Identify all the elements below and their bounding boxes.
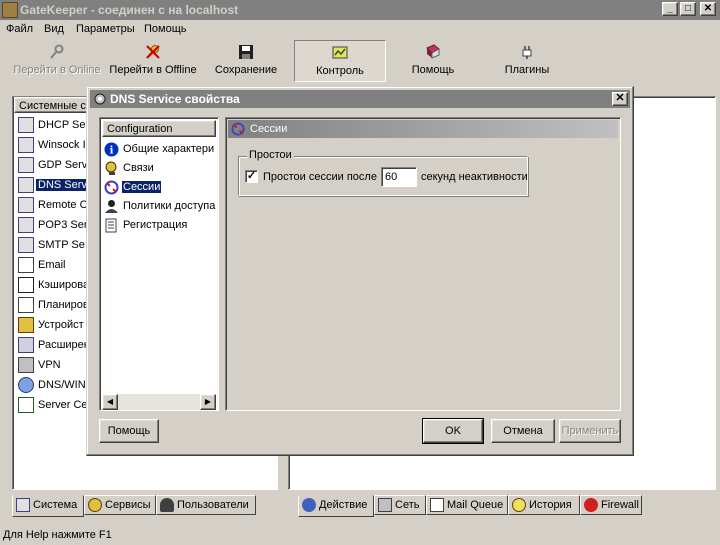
tab-action[interactable]: Действие xyxy=(298,495,374,517)
key-icon xyxy=(50,44,64,59)
service-icon xyxy=(18,237,34,253)
idle-group-title: Простои xyxy=(247,149,294,161)
window-title: GateKeeper - соединен с на localhost xyxy=(20,3,239,17)
action-icon xyxy=(302,498,316,512)
configuration-list: Configuration i Общие характери Связи Сес… xyxy=(99,117,219,411)
user-policy-icon xyxy=(105,200,118,213)
plugins-button[interactable]: Плагины xyxy=(486,40,568,82)
save-button[interactable]: Сохранение xyxy=(206,40,286,82)
tab-system[interactable]: Система xyxy=(12,495,84,517)
tab-history[interactable]: История xyxy=(508,495,580,515)
cancel-button[interactable]: Отмена xyxy=(491,419,555,443)
device-icon xyxy=(18,317,34,333)
idle-groupbox: Простои ✓ Простои сессии после 60 секунд… xyxy=(238,149,528,196)
close-window-button[interactable]: ✕ xyxy=(700,2,716,16)
control-button[interactable]: Контроль xyxy=(294,40,386,82)
computer-icon xyxy=(18,357,34,373)
dialog-title-bar[interactable]: DNS Service свойства ✕ xyxy=(90,90,630,108)
floppy-disk-icon xyxy=(239,45,253,59)
settings-pane: Сессии Простои ✓ Простои сессии после 60… xyxy=(225,117,621,411)
network-icon xyxy=(18,337,34,353)
idle-session-label: Простои сессии после xyxy=(263,171,377,183)
document-icon xyxy=(105,218,117,233)
menu-view[interactable]: Вид xyxy=(44,23,64,35)
dns-service-properties-dialog: DNS Service свойства ✕ Configuration i Об… xyxy=(86,86,634,456)
idle-seconds-suffix: секунд неактивности xyxy=(421,171,528,183)
menu-settings[interactable]: Параметры xyxy=(76,23,135,35)
minimize-button[interactable]: _ xyxy=(662,2,678,16)
firewall-stop-icon xyxy=(584,498,598,512)
config-item-logging[interactable]: Регистрация xyxy=(104,216,216,235)
pane-header: Сессии xyxy=(228,120,618,138)
help-book-icon xyxy=(426,44,440,59)
globe-icon xyxy=(18,377,34,393)
calendar-icon xyxy=(18,297,34,313)
config-item-access-policies[interactable]: Политики доступа xyxy=(104,197,216,216)
maximize-button[interactable]: □ xyxy=(680,2,696,16)
services-gear-icon xyxy=(88,498,102,512)
network-computer-icon xyxy=(378,498,392,512)
tab-services[interactable]: Сервисы xyxy=(84,495,156,515)
scroll-right-arrow-icon[interactable]: ▶ xyxy=(200,394,216,410)
bindings-icon xyxy=(105,161,117,175)
scroll-left-arrow-icon[interactable]: ◀ xyxy=(102,394,118,410)
gatekeeper-app-icon xyxy=(2,2,18,18)
service-icon xyxy=(18,217,34,233)
tab-users[interactable]: Пользователи xyxy=(156,495,256,515)
idle-seconds-input[interactable]: 60 xyxy=(381,167,417,187)
service-icon xyxy=(18,137,34,153)
status-bar: Для Help нажмите F1 xyxy=(0,525,720,545)
envelope-icon xyxy=(18,257,34,273)
system-icon xyxy=(16,498,30,512)
mail-envelope-icon xyxy=(430,498,444,512)
monitor-chart-icon xyxy=(332,46,348,59)
service-icon xyxy=(18,177,34,193)
clock-icon xyxy=(512,498,526,512)
idle-session-checkbox[interactable]: ✓ xyxy=(245,170,258,183)
sessions-cycle-icon xyxy=(231,122,245,136)
go-offline-button[interactable]: Перейти в Offline xyxy=(106,40,200,82)
service-icon xyxy=(18,197,34,213)
configuration-header: Configuration xyxy=(102,120,216,137)
cache-icon xyxy=(18,277,34,293)
key-offline-icon xyxy=(146,45,160,59)
info-icon: i xyxy=(104,142,119,157)
window-title-bar[interactable]: GateKeeper - соединен с на localhost _ □… xyxy=(0,0,720,20)
settings-icon xyxy=(94,93,106,105)
tab-network[interactable]: Сеть xyxy=(374,495,426,515)
sessions-cycle-icon xyxy=(104,180,119,195)
dialog-help-button[interactable]: Помощь xyxy=(99,419,159,443)
ok-button[interactable]: OK xyxy=(422,418,484,444)
tab-firewall[interactable]: Firewall xyxy=(580,495,642,515)
plug-icon xyxy=(522,46,532,59)
pane-title: Сессии xyxy=(250,123,288,135)
dialog-close-button[interactable]: ✕ xyxy=(612,92,628,106)
config-item-sessions[interactable]: Сессии xyxy=(104,178,216,197)
svg-text:i: i xyxy=(110,146,114,157)
service-icon xyxy=(18,157,34,173)
users-icon xyxy=(160,498,174,512)
menu-bar: Файл Вид Параметры Помощь xyxy=(0,20,720,38)
horizontal-scrollbar[interactable]: ◀ ▶ xyxy=(102,394,216,410)
config-item-general[interactable]: i Общие характери xyxy=(104,140,216,159)
tab-mail-queue[interactable]: Mail Queue xyxy=(426,495,508,515)
service-icon xyxy=(18,117,34,133)
menu-file[interactable]: Файл xyxy=(6,23,33,35)
toolbar: Перейти в Online Перейти в Offline Сохра… xyxy=(2,40,718,82)
go-online-button[interactable]: Перейти в Online xyxy=(10,40,104,82)
certificate-icon xyxy=(18,397,34,413)
config-item-bindings[interactable]: Связи xyxy=(104,159,216,178)
left-panel-header: Системные с xyxy=(14,97,94,113)
status-text: Для Help нажмите F1 xyxy=(3,529,112,541)
dialog-title: DNS Service свойства xyxy=(110,92,240,106)
apply-button[interactable]: Применить xyxy=(559,419,621,443)
menu-help[interactable]: Помощь xyxy=(144,23,187,35)
help-toolbar-button[interactable]: Помощь xyxy=(392,40,474,82)
